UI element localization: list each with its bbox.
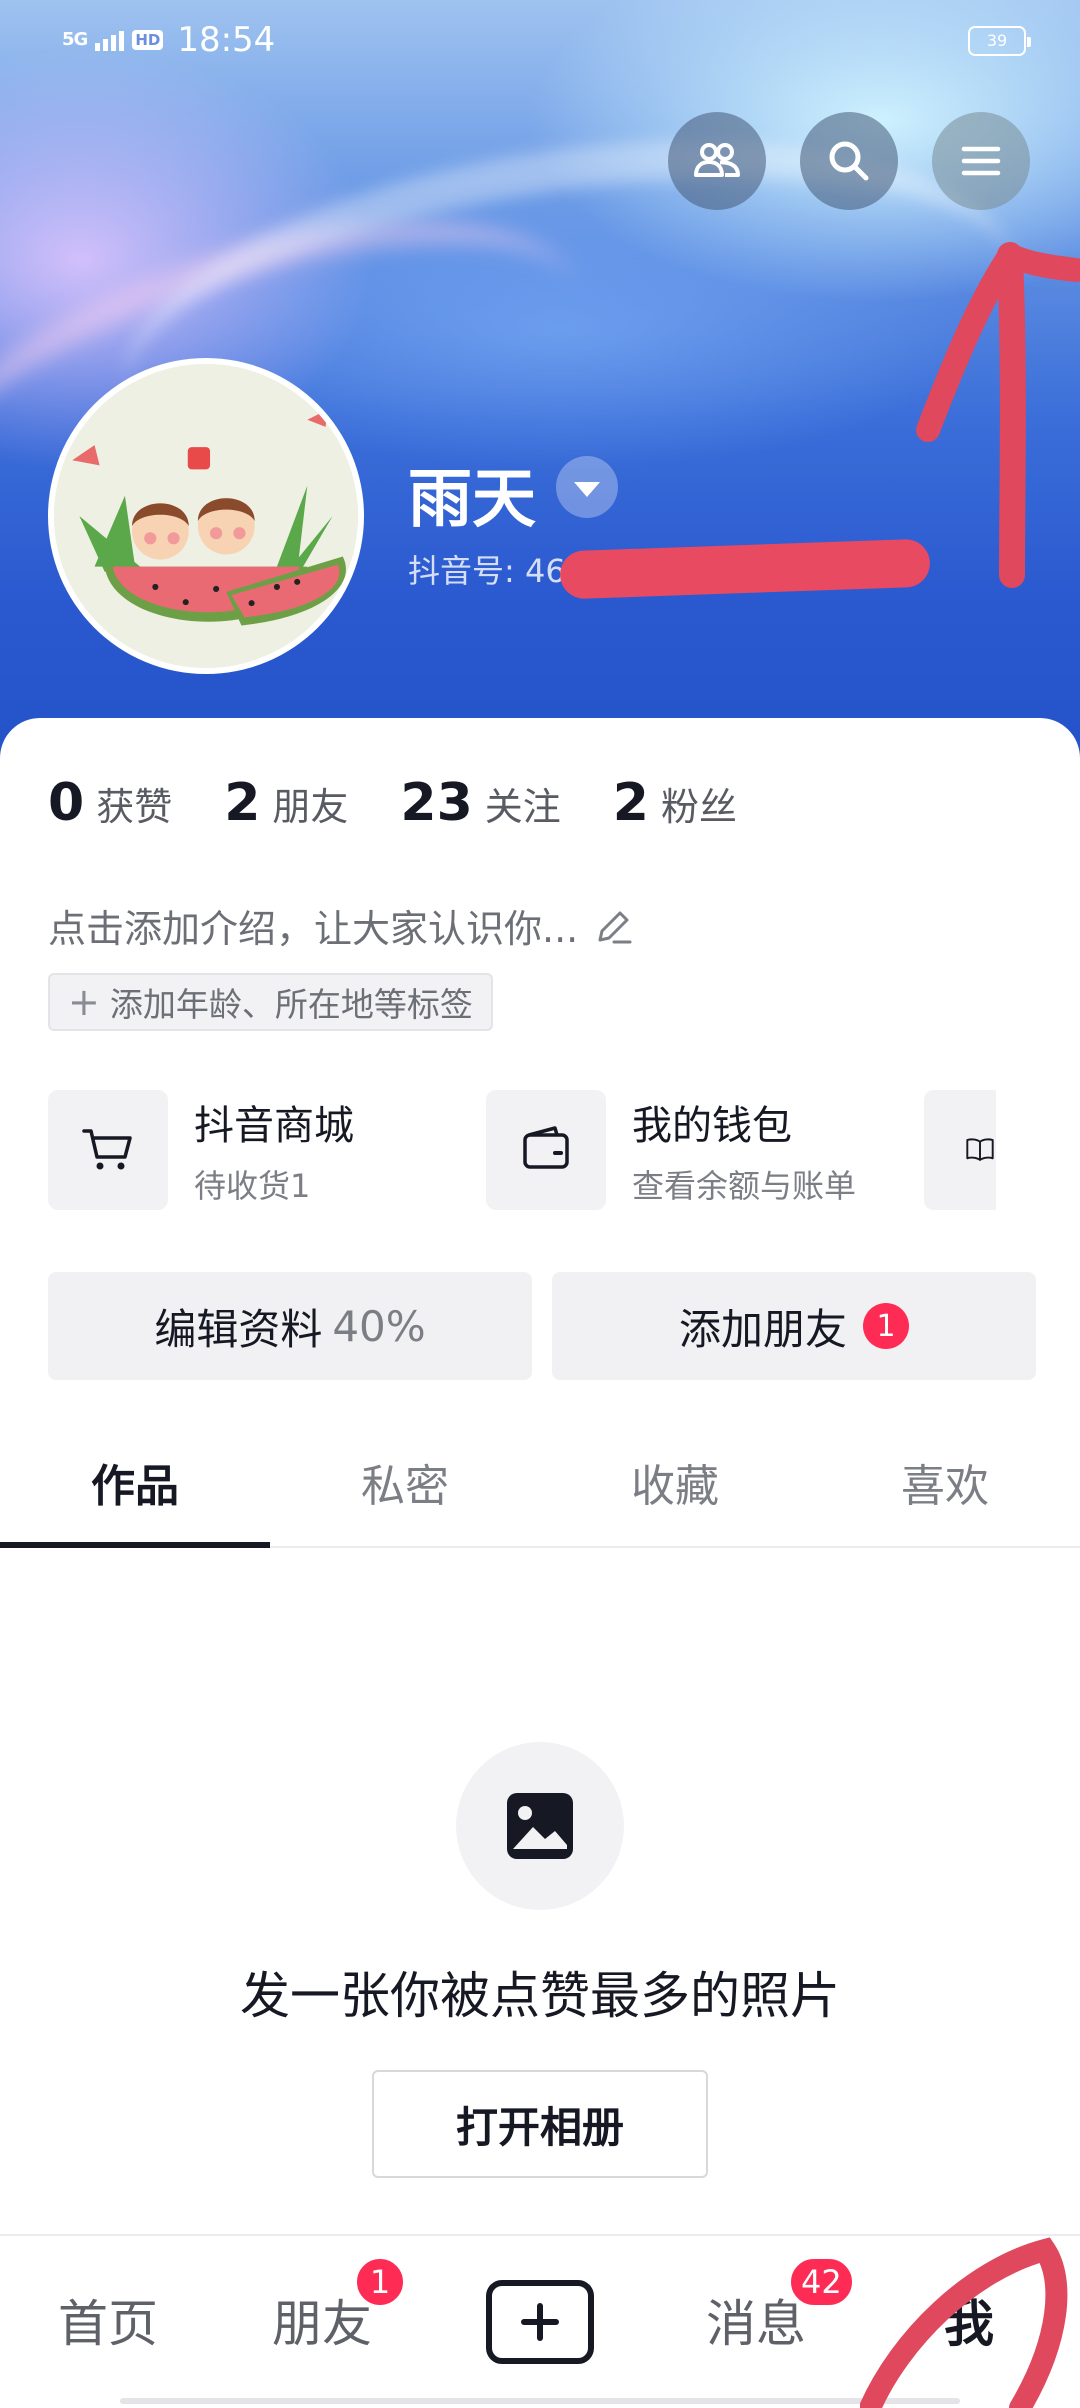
action-buttons: 编辑资料 40% 添加朋友 1 bbox=[48, 1272, 1036, 1380]
stat-following[interactable]: 23 关注 bbox=[400, 773, 560, 833]
stat-label: 朋友 bbox=[272, 785, 349, 829]
avatar[interactable] bbox=[48, 358, 364, 674]
wallet-icon bbox=[523, 1126, 569, 1169]
network-type: 5G bbox=[62, 29, 88, 50]
bio-text: 点击添加介绍，让大家认识你... bbox=[48, 907, 579, 951]
add-tags-chip[interactable]: + 添加年龄、所在地等标签 bbox=[48, 973, 493, 1031]
profile-completion: 40% bbox=[332, 1301, 426, 1351]
search-button[interactable] bbox=[800, 112, 898, 210]
annotation-circle-stroke bbox=[860, 2237, 1068, 2408]
profile-screen: 5G HD 18:54 39 雨天 抖音号: 468 0 获赞 2 朋友 23 … bbox=[0, 0, 1080, 2408]
service-subtitle: 查看余额与账单 bbox=[632, 1167, 857, 1205]
book-icon bbox=[966, 1138, 994, 1161]
hamburger-icon bbox=[961, 146, 1001, 176]
service-wallet[interactable]: 我的钱包 查看余额与账单 bbox=[486, 1090, 888, 1210]
plus-icon bbox=[521, 2303, 559, 2341]
annotation-arrow bbox=[916, 242, 1080, 588]
service-subtitle: 待收货1 bbox=[194, 1167, 311, 1205]
tab-likes[interactable]: 喜欢 bbox=[810, 1418, 1080, 1546]
empty-state-message: 发一张你被点赞最多的照片 bbox=[240, 1967, 840, 2025]
service-title: 抖音商城 bbox=[194, 1103, 354, 1149]
edit-profile-label: 编辑资料 bbox=[154, 1304, 323, 1354]
service-icon-box bbox=[924, 1090, 996, 1210]
cart-icon bbox=[82, 1129, 132, 1170]
service-title: 我的钱包 bbox=[632, 1103, 792, 1149]
edit-pencil-icon bbox=[598, 911, 632, 943]
service-text: 抖音商城 待收货1 bbox=[194, 1093, 450, 1207]
stat-number: 2 bbox=[612, 773, 649, 833]
add-friend-button[interactable]: 添加朋友 1 bbox=[552, 1272, 1036, 1380]
status-bar: 5G HD 18:54 39 bbox=[0, 0, 1080, 80]
open-album-button[interactable]: 打开相册 bbox=[372, 2070, 708, 2178]
image-icon bbox=[507, 1793, 573, 1859]
stat-label: 粉丝 bbox=[660, 785, 737, 829]
stat-number: 2 bbox=[224, 773, 261, 833]
edit-profile-button[interactable]: 编辑资料 40% bbox=[48, 1272, 532, 1380]
add-tags-label: 添加年龄、所在地等标签 bbox=[109, 985, 473, 1024]
stat-likes[interactable]: 0 获赞 bbox=[48, 773, 172, 833]
search-icon bbox=[829, 141, 869, 181]
stat-label: 关注 bbox=[484, 785, 561, 829]
profile-name[interactable]: 雨天 bbox=[408, 448, 536, 540]
tab-favorites[interactable]: 收藏 bbox=[540, 1418, 810, 1546]
avatar-image bbox=[54, 364, 358, 668]
menu-button[interactable] bbox=[932, 112, 1030, 210]
clock: 18:54 bbox=[177, 20, 276, 60]
friends-icon-button[interactable] bbox=[668, 112, 766, 210]
add-friend-label: 添加朋友 bbox=[678, 1304, 847, 1354]
status-left: 5G HD 18:54 bbox=[62, 20, 275, 60]
battery-icon: 39 bbox=[968, 26, 1031, 56]
nav-home[interactable]: 首页 bbox=[58, 2284, 158, 2356]
bio-placeholder[interactable]: 点击添加介绍，让大家认识你... bbox=[48, 898, 636, 953]
douyin-id[interactable]: 抖音号: 468 bbox=[408, 546, 586, 592]
service-more[interactable] bbox=[924, 1090, 996, 1210]
create-button[interactable] bbox=[486, 2280, 594, 2364]
stat-friends[interactable]: 2 朋友 bbox=[224, 773, 348, 833]
service-text: 我的钱包 查看余额与账单 bbox=[632, 1093, 888, 1207]
service-douyin-mall[interactable]: 抖音商城 待收货1 bbox=[48, 1090, 450, 1210]
stat-number: 0 bbox=[48, 773, 85, 833]
people-icon bbox=[694, 143, 740, 177]
signal-icon bbox=[95, 29, 125, 51]
content-tabs: 作品 私密 收藏 喜欢 bbox=[0, 1418, 1080, 1548]
tab-works[interactable]: 作品 bbox=[0, 1418, 270, 1548]
profile-card: 0 获赞 2 朋友 23 关注 2 粉丝 点击添加介绍，让大家认识你... + … bbox=[0, 718, 1080, 2238]
home-indicator bbox=[120, 2398, 960, 2404]
service-icon-box bbox=[48, 1090, 168, 1210]
services-row: 抖音商城 待收货1 我的钱包 查看余额与账单 bbox=[48, 1090, 1032, 1210]
nav-friends-badge: 1 bbox=[354, 2256, 406, 2308]
stat-label: 获赞 bbox=[96, 785, 173, 829]
hd-icon: HD bbox=[132, 30, 164, 50]
account-switch-caret-icon[interactable] bbox=[556, 456, 618, 518]
notification-badge: 1 bbox=[863, 1303, 909, 1349]
stats-row: 0 获赞 2 朋友 23 关注 2 粉丝 bbox=[48, 773, 789, 833]
tab-private[interactable]: 私密 bbox=[270, 1418, 540, 1546]
nav-messages-badge: 42 bbox=[788, 2256, 855, 2308]
plus-icon: + bbox=[68, 980, 100, 1024]
empty-state-icon-circle bbox=[456, 1742, 624, 1910]
stat-followers[interactable]: 2 粉丝 bbox=[613, 773, 737, 833]
service-icon-box bbox=[486, 1090, 606, 1210]
stat-number: 23 bbox=[400, 773, 473, 833]
